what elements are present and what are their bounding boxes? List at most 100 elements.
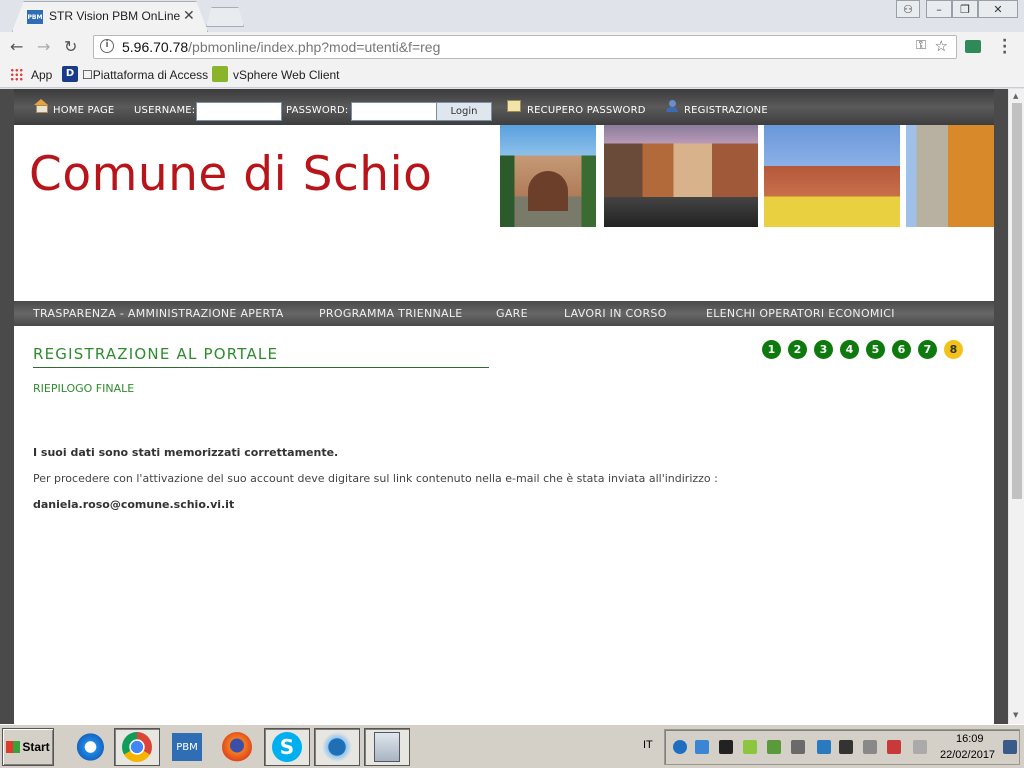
language-indicator[interactable]: IT	[643, 739, 653, 751]
alert-icon[interactable]	[887, 740, 901, 754]
step-8-active: 8	[944, 340, 963, 359]
header-photo-street	[604, 125, 758, 227]
site-header: Comune di Schio	[14, 125, 994, 301]
close-window-button[interactable]: ✕	[978, 0, 1018, 18]
tray-green-icon[interactable]	[743, 740, 757, 754]
header-photo-palace	[764, 125, 900, 227]
browser-tab-strip: PBM STR Vision PBM OnLine ✕ ⚇ – ❐ ✕	[0, 0, 1024, 32]
key-icon[interactable]: ⚿	[916, 38, 926, 53]
internet-explorer-button[interactable]	[66, 728, 112, 766]
restore-button[interactable]: ❐	[952, 0, 978, 18]
forward-arrow-icon[interactable]: →	[37, 37, 50, 56]
show-desktop-icon[interactable]	[1003, 740, 1017, 754]
site-logo[interactable]: Comune di Schio	[29, 147, 432, 202]
start-label: Start	[22, 740, 50, 754]
tray-black-icon[interactable]	[719, 740, 733, 754]
document-icon	[374, 732, 400, 762]
url-text: 5.96.70.78/pbmonline/index.php?mod=utent…	[122, 39, 440, 55]
network-people-icon	[322, 732, 352, 762]
network-app-button[interactable]	[314, 728, 360, 766]
firefox-button[interactable]	[214, 728, 260, 766]
vsphere-icon	[212, 66, 228, 82]
password-input[interactable]	[351, 102, 437, 121]
extension-icon[interactable]	[965, 40, 981, 53]
document-app-button[interactable]	[364, 728, 410, 766]
bookmark-vsphere[interactable]: vSphere Web Client	[233, 68, 340, 82]
windows-taskbar: Start PBM S IT 16:09 22/02/2017	[0, 724, 1024, 768]
nav-lavori-in-corso[interactable]: LAVORI IN CORSO	[564, 307, 667, 320]
step-3: 3	[814, 340, 833, 359]
step-7: 7	[918, 340, 937, 359]
page-subtitle: RIEPILOGO FINALE	[33, 382, 135, 395]
main-nav: TRASPARENZA - AMMINISTRAZIONE APERTA PRO…	[14, 301, 994, 326]
skype-button[interactable]: S	[264, 728, 310, 766]
pbm-favicon-icon: PBM	[27, 10, 43, 24]
title-divider	[33, 367, 489, 368]
header-photo-tower	[906, 125, 994, 227]
password-label: PASSWORD:	[286, 105, 349, 116]
url-path: /pbmonline/index.php?mod=utenti&f=reg	[188, 39, 441, 55]
nav-trasparenza[interactable]: TRASPARENZA - AMMINISTRAZIONE APERTA	[33, 307, 284, 320]
new-tab-button[interactable]	[206, 7, 244, 27]
browser-tab[interactable]: PBM STR Vision PBM OnLine ✕	[12, 1, 208, 32]
nav-programma-triennale[interactable]: PROGRAMMA TRIENNALE	[319, 307, 463, 320]
network-icon[interactable]	[863, 740, 877, 754]
login-button[interactable]: Login	[436, 102, 492, 121]
d-icon: D	[62, 66, 78, 82]
home-icon	[34, 99, 48, 113]
close-tab-icon[interactable]: ✕	[183, 8, 195, 24]
monitor-icon[interactable]	[791, 740, 805, 754]
info-icon[interactable]: i	[100, 39, 114, 53]
reload-icon[interactable]: ↻	[64, 37, 77, 56]
recover-password-icon	[507, 100, 521, 112]
pbm-icon: PBM	[172, 733, 202, 761]
apps-icon[interactable]	[10, 68, 23, 81]
page-scrollbar[interactable]: ▲ ▼	[1008, 89, 1024, 724]
windows-flag-icon	[6, 741, 21, 753]
chrome-menu-icon[interactable]: · · ·	[1002, 34, 1007, 60]
address-bar[interactable]: i 5.96.70.78/pbmonline/index.php?mod=ute…	[93, 35, 957, 59]
clock-time[interactable]: 16:09	[956, 733, 984, 745]
chrome-button[interactable]	[114, 728, 160, 766]
volume-icon[interactable]	[913, 740, 927, 754]
page-viewport: HOME PAGE USERNAME: PASSWORD: Login RECU…	[0, 89, 1024, 724]
security-icon[interactable]	[767, 740, 781, 754]
bookmark-app[interactable]: App	[31, 68, 52, 82]
bookmarks-bar: App D ☐Piattaforma di Access vSphere Web…	[0, 62, 1024, 88]
step-1: 1	[762, 340, 781, 359]
minimize-button[interactable]: –	[926, 0, 952, 18]
firefox-icon	[222, 732, 252, 762]
username-input[interactable]	[196, 102, 282, 121]
step-2: 2	[788, 340, 807, 359]
tray-v-icon[interactable]	[839, 740, 853, 754]
bookmark-star-icon[interactable]: ☆	[935, 37, 948, 55]
back-arrow-icon[interactable]: ←	[10, 37, 23, 56]
page-title: REGISTRAZIONE AL PORTALE	[33, 345, 279, 363]
success-message: I suoi dati sono stati memorizzati corre…	[33, 446, 339, 459]
pbm-button[interactable]: PBM	[164, 728, 210, 766]
clock-date[interactable]: 22/02/2017	[940, 749, 995, 761]
registered-email: daniela.roso@comune.schio.vi.it	[33, 498, 235, 511]
scroll-up-icon[interactable]: ▲	[1013, 92, 1018, 100]
registration-link[interactable]: REGISTRAZIONE	[684, 105, 768, 116]
recover-password-link[interactable]: RECUPERO PASSWORD	[527, 105, 646, 116]
home-page-link[interactable]: HOME PAGE	[53, 105, 114, 116]
scroll-down-icon[interactable]: ▼	[1013, 711, 1018, 719]
user-icon[interactable]: ⚇	[896, 0, 920, 18]
mail-icon[interactable]	[695, 740, 709, 754]
main-content: REGISTRAZIONE AL PORTALE RIEPILOGO FINAL…	[14, 326, 994, 724]
activation-instructions: Per procedere con l'attivazione del suo …	[33, 472, 718, 485]
page: HOME PAGE USERNAME: PASSWORD: Login RECU…	[14, 89, 994, 724]
nav-elenchi-operatori[interactable]: ELENCHI OPERATORI ECONOMICI	[706, 307, 895, 320]
step-6: 6	[892, 340, 911, 359]
login-bar: HOME PAGE USERNAME: PASSWORD: Login RECU…	[14, 89, 994, 125]
bookmark-piattaforma[interactable]: ☐Piattaforma di Access	[82, 68, 208, 82]
registration-icon	[666, 100, 680, 112]
step-5: 5	[866, 340, 885, 359]
header-photo-chapel	[500, 125, 596, 227]
tray-app-icon[interactable]	[673, 740, 687, 754]
start-button[interactable]: Start	[2, 728, 54, 766]
shield-icon[interactable]	[817, 740, 831, 754]
scrollbar-thumb[interactable]	[1012, 103, 1022, 499]
nav-gare[interactable]: GARE	[496, 307, 528, 320]
